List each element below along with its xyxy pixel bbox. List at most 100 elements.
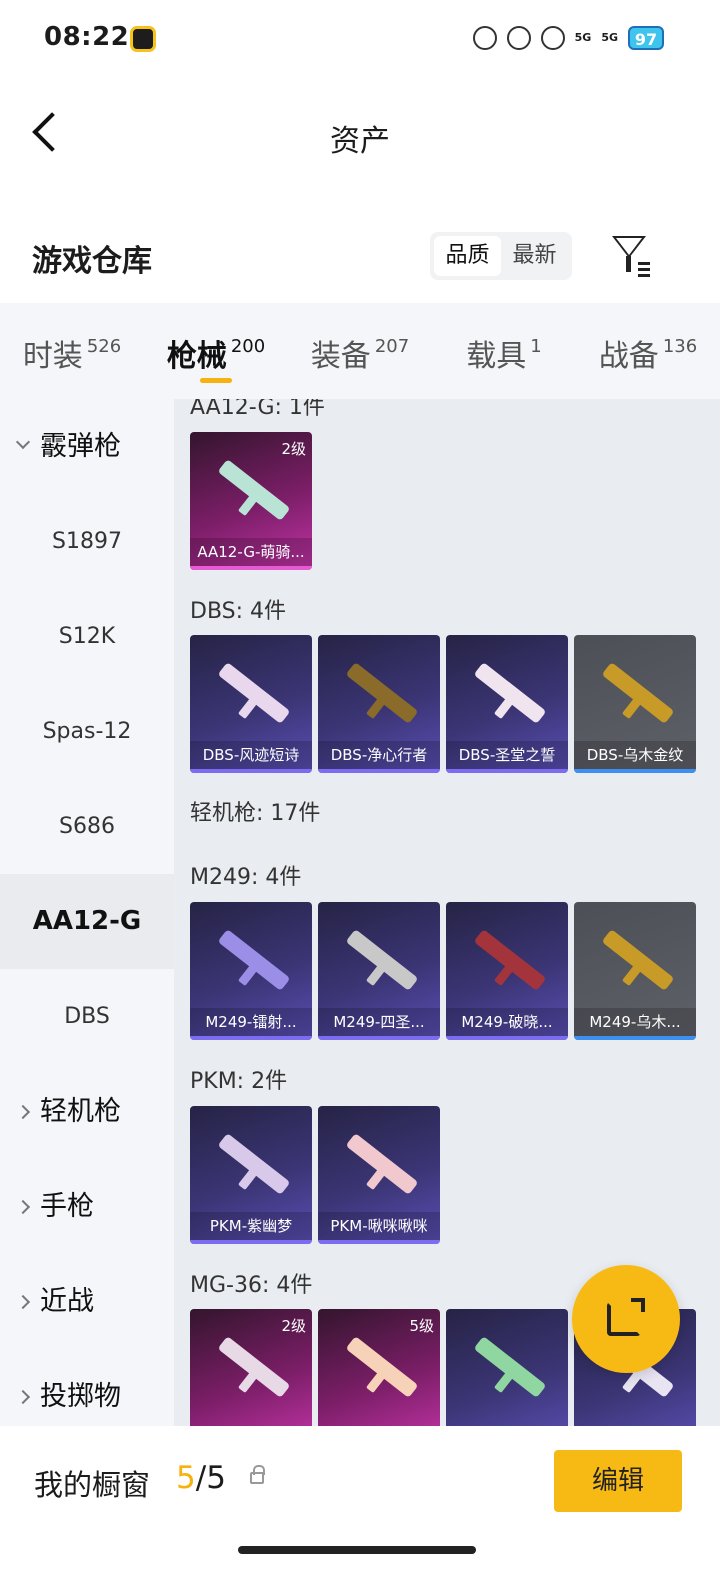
tab-vehicles[interactable]: 载具 1 [432,303,576,399]
share-floating-button[interactable] [572,1265,680,1373]
sidebar-item-spas12[interactable]: Spas-12 [0,684,174,779]
signal-icon: 5G [574,31,592,44]
sidebar-item-dbs[interactable]: DBS [0,969,174,1064]
category-tabs: 时装 526 枪械 200 装备 207 载具 1 战备 136 [0,303,720,399]
weapon-image [345,662,419,724]
sidebar-category-melee[interactable]: 近战 [0,1254,174,1349]
weapon-card[interactable]: M249-破晓... [446,902,568,1040]
weapon-name: DBS-净心行者 [318,741,440,769]
tab-count: 1 [530,336,542,357]
tab-outfit[interactable]: 时装 526 [0,303,144,399]
weapon-image [601,662,675,724]
alarm-icon [472,26,497,50]
weapon-image [345,1133,419,1195]
tab-label: 枪械 [166,339,227,374]
level-badge: 2级 [281,1317,306,1335]
weapon-card[interactable] [446,1309,568,1426]
tab-supplies[interactable]: 战备 136 [576,303,720,399]
mute-icon [506,26,531,50]
cards-dbs: DBS-风迹短诗 DBS-净心行者 DBS-圣堂之誓 DBS-乌木金纹 [190,635,696,773]
weapon-name: DBS-乌木金纹 [574,741,696,769]
weapon-name: M249-镭射... [190,1008,312,1036]
weapon-image [601,929,675,991]
sidebar-category-pistol[interactable]: 手枪 [0,1159,174,1254]
weapon-card[interactable]: M249-乌木... [574,902,696,1040]
weapon-image [217,1336,291,1398]
weapon-card[interactable]: DBS-风迹短诗 [190,635,312,773]
chevron-right-icon [15,1294,31,1310]
tab-label: 装备 [310,339,371,374]
sidebar-item-s1897[interactable]: S1897 [0,494,174,589]
chevron-right-icon [15,1199,31,1215]
home-indicator[interactable] [238,1546,476,1554]
tab-weapons[interactable]: 枪械 200 [144,303,288,399]
tab-equipment[interactable]: 装备 207 [288,303,432,399]
weapon-image [473,1336,547,1398]
weapon-image [473,929,547,991]
weapon-card[interactable]: 5级 [318,1309,440,1426]
sidebar-item-s686[interactable]: S686 [0,779,174,874]
tab-count: 136 [662,336,698,357]
chevron-right-icon [15,1104,31,1120]
weapon-image [217,1133,291,1195]
sort-quality-button[interactable]: 品质 [434,236,501,276]
filter-icon[interactable] [610,232,650,280]
group-title-mg36: MG-36: 4件 [190,1273,313,1298]
battery-icon: 97 [628,26,664,50]
weapon-image [217,929,291,991]
weapon-sidebar: 霰弹枪 S1897 S12K Spas-12 S686 AA12-G DBS 轻… [0,399,174,1426]
sidebar-category-lmg[interactable]: 轻机枪 [0,1064,174,1159]
sidebar-item-aa12g[interactable]: AA12-G [0,874,174,969]
edit-button[interactable]: 编辑 [554,1450,682,1512]
status-icons: 5G 5G 97 [472,26,664,50]
weapon-card[interactable]: DBS-圣堂之誓 [446,635,568,773]
lock-icon [250,1465,265,1484]
sidebar-category-throwable[interactable]: 投掷物 [0,1349,174,1426]
sidebar-category-label: 手枪 [40,1191,94,1222]
sidebar-category-label: 霰弹枪 [40,431,121,462]
level-badge: 5级 [409,1317,434,1335]
group-title-dbs: DBS: 4件 [190,599,287,624]
tab-label: 时装 [22,339,83,374]
sidebar-category-shotgun[interactable]: 霰弹枪 [0,399,174,494]
group-title-pkm: PKM: 2件 [190,1069,288,1094]
weapon-name: AA12-G-萌骑... [190,538,312,566]
showcase-used: 5 [176,1460,196,1496]
cards-m249: M249-镭射... M249-四圣... M249-破晓... M249-乌木… [190,902,696,1040]
weapon-image [473,662,547,724]
weapon-card[interactable]: M249-四圣... [318,902,440,1040]
sort-toggle: 品质 最新 [430,232,572,280]
weapon-card[interactable]: 2级 AA12-G-萌骑... [190,432,312,570]
weapon-card[interactable]: PKM-啾咪啾咪 [318,1106,440,1244]
weapon-card[interactable]: DBS-净心行者 [318,635,440,773]
weapon-name: M249-破晓... [446,1008,568,1036]
chevron-down-icon [15,434,31,450]
group-title-aa12g: AA12-G: 1件 [190,399,325,420]
weapon-card[interactable]: DBS-乌木金纹 [574,635,696,773]
weapon-card[interactable]: M249-镭射... [190,902,312,1040]
weapon-name: DBS-圣堂之誓 [446,741,568,769]
weapon-card[interactable]: 2级 [190,1309,312,1426]
page-title: 资产 [330,124,390,159]
showcase-bar: 我的橱窗 5/5 编辑 [0,1426,720,1584]
status-bar: 08:22 5G 5G 97 [0,0,720,80]
weapon-image [345,929,419,991]
sidebar-category-label: 轻机枪 [40,1096,121,1127]
weapon-card[interactable]: PKM-紫幽梦 [190,1106,312,1244]
weapon-name: PKM-啾咪啾咪 [318,1212,440,1240]
showcase-count: 5/5 [176,1460,226,1496]
cards-pkm: PKM-紫幽梦 PKM-啾咪啾咪 [190,1106,440,1244]
top-bar: 资产 [0,90,720,180]
wifi-icon [540,26,565,50]
weapon-name: DBS-风迹短诗 [190,741,312,769]
showcase-label: 我的橱窗 [34,1468,151,1502]
weapon-name: M249-四圣... [318,1008,440,1036]
status-time: 08:22 [44,22,130,52]
weapon-image [217,459,291,521]
signal-icon-2: 5G [601,31,618,44]
showcase-total: 5 [206,1460,226,1496]
sidebar-item-s12k[interactable]: S12K [0,589,174,684]
sort-newest-button[interactable]: 最新 [501,236,568,276]
sidebar-category-label: 近战 [40,1286,94,1317]
tab-label: 载具 [466,339,527,374]
